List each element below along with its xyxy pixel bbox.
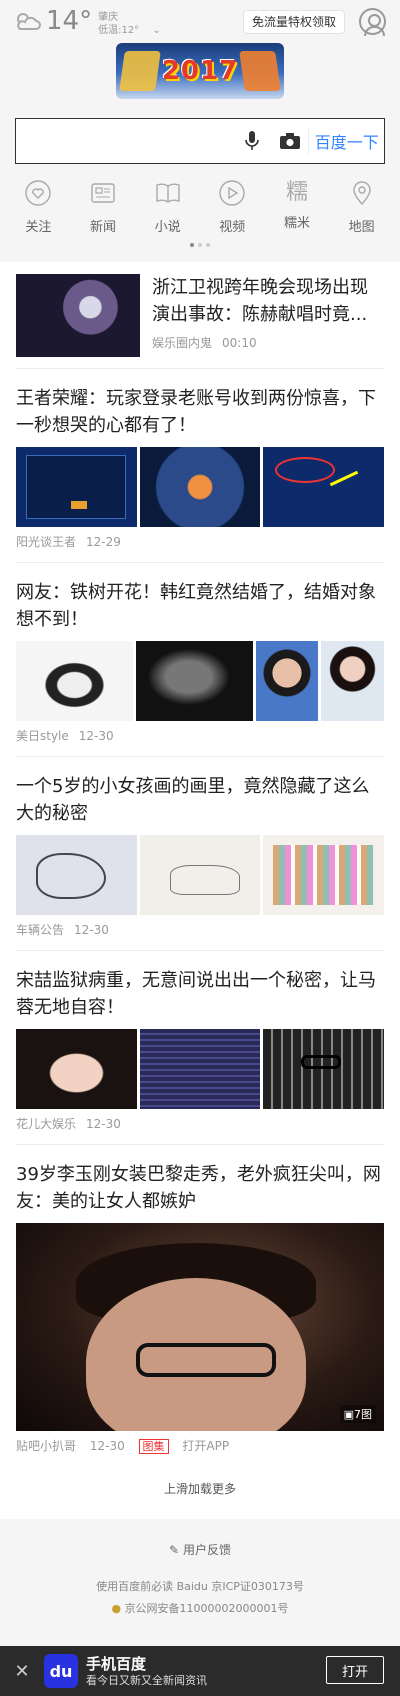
search-input[interactable] (16, 119, 233, 163)
microphone-icon[interactable] (233, 119, 271, 163)
news-image (255, 641, 385, 721)
news-image (263, 1029, 385, 1109)
nuomi-icon: 糯 (285, 180, 308, 205)
news-image (139, 1029, 261, 1109)
news-title: 王者荣耀：玩家登录老账号收到两份惊喜，下一秒想哭的心都有了！ (16, 388, 376, 436)
news-title: 宋喆监狱病重，无意间说出出一个秘密，让马蓉无地自容！ (16, 970, 376, 1018)
news-card[interactable]: 39岁李玉刚女装巴黎走秀，老外疯狂尖叫，网友：美的让女人都嫉妒 ▣7图 贴吧小扒… (16, 1145, 384, 1466)
quick-nav: 关注 新闻 小说 视频 糯 糯米 地图 (0, 180, 400, 235)
user-avatar-icon[interactable] (359, 8, 386, 36)
news-time: 12-29 (86, 535, 121, 549)
app-title: 手机百度 (86, 1654, 147, 1673)
gallery-count-badge: ▣7图 (339, 1405, 376, 1423)
nav-item-nuomi[interactable]: 糯 糯米 (267, 180, 327, 235)
news-title: 网友：铁树开花！韩红竟然结婚了，结婚对象想不到！ (16, 582, 376, 630)
camera-icon[interactable] (271, 119, 309, 163)
news-card[interactable]: 王者荣耀：玩家登录老账号收到两份惊喜，下一秒想哭的心都有了！ 阳光谈王者 12-2… (16, 369, 385, 563)
news-image (263, 447, 385, 527)
search-button[interactable]: 百度一下 (308, 127, 384, 155)
open-app-link[interactable]: 打开APP (182, 1439, 229, 1453)
play-icon (219, 180, 245, 206)
news-image: ▣7图 (16, 1223, 384, 1431)
news-time: 12-30 (86, 1117, 121, 1131)
news-image (16, 447, 137, 527)
nav-item-news[interactable]: 新闻 (73, 180, 133, 235)
news-source: 车辆公告 (16, 923, 65, 937)
news-thumbnail (16, 274, 140, 357)
book-icon (155, 183, 180, 203)
map-pin-icon (352, 181, 371, 206)
news-title: 39岁李玉刚女装巴黎走秀，老外疯狂尖叫，网友：美的让女人都嫉妒 (16, 1164, 381, 1212)
load-more[interactable]: 上滑加载更多 (0, 1466, 400, 1519)
header: 14° 肇庆 低温:12° ⌄ 免流量特权领取 2017 百度一下 关注 新闻 (0, 0, 400, 262)
news-card[interactable]: 浙江卫视跨年晚会现场出现演出事故：陈赫献唱时竟... 娱乐圈内鬼 00:10 (16, 262, 384, 369)
police-badge-icon: ● (111, 1602, 122, 1615)
image-icon: ▣ (343, 1408, 354, 1421)
news-image (139, 835, 261, 915)
baidu-doodle-logo[interactable]: 2017 (116, 43, 284, 99)
city-name: 肇庆 (98, 12, 119, 23)
heart-icon (25, 180, 52, 206)
news-image (16, 641, 133, 721)
free-data-promo-button[interactable]: 免流量特权领取 (242, 10, 345, 34)
carousel-dots (0, 243, 400, 247)
news-image (16, 1029, 137, 1109)
news-title: 浙江卫视跨年晚会现场出现演出事故：陈赫献唱时竟... (152, 277, 368, 325)
news-source: 花儿大娱乐 (16, 1117, 77, 1131)
news-source: 娱乐圈内鬼 (152, 336, 213, 350)
news-image (263, 835, 385, 915)
news-time: 00:10 (222, 336, 257, 350)
nav-item-follow[interactable]: 关注 (8, 180, 68, 235)
feedback-icon: ✎ (169, 1543, 180, 1557)
news-time: 12-30 (89, 1439, 125, 1453)
news-time: 12-30 (78, 729, 114, 743)
news-image (16, 835, 137, 915)
news-feed: 浙江卫视跨年晚会现场出现演出事故：陈赫献唱时竟... 娱乐圈内鬼 00:10 王者… (0, 262, 400, 1466)
weather-widget[interactable]: 14° 肇庆 低温:12° ⌄ (12, 6, 171, 36)
cloudy-weather-icon (17, 13, 41, 30)
nav-item-video[interactable]: 视频 (202, 180, 262, 235)
news-image (139, 447, 261, 527)
search-box: 百度一下 (15, 118, 385, 164)
news-icon (91, 183, 115, 203)
news-card[interactable]: 一个5岁的小女孩画的画里，竟然隐藏了这么大的秘密 车辆公告 12-30 (16, 757, 385, 951)
news-card[interactable]: 网友：铁树开花！韩红竟然结婚了，结婚对象想不到！ 美日style 12-30 (16, 563, 385, 757)
baidu-app-icon: du (44, 1654, 78, 1688)
low-temperature: 低温:12° ⌄ (98, 25, 161, 36)
news-source: 阳光谈王者 (16, 535, 77, 549)
footer: ✎ 用户反馈 使用百度前必读 Baidu 京ICP证030173号 ● 京公网安… (0, 1519, 400, 1646)
news-source: 贴吧小扒哥 (16, 1439, 77, 1453)
nav-item-novel[interactable]: 小说 (138, 180, 198, 235)
app-download-banner: ✕ du 手机百度 看今日又新又全新闻资讯 打开 (0, 1646, 400, 1696)
temperature: 14° (46, 6, 93, 36)
news-card[interactable]: 宋喆监狱病重，无意间说出出一个秘密，让马蓉无地自容！ 花儿大娱乐 12-30 (16, 951, 385, 1145)
footer-police-record[interactable]: ● 京公网安备11000002000001号 (0, 1598, 400, 1620)
gallery-tag: 图集 (138, 1439, 169, 1454)
app-subtitle: 看今日又新又全新闻资讯 (86, 1673, 207, 1687)
nav-item-map[interactable]: 地图 (332, 180, 392, 235)
news-title: 一个5岁的小女孩画的画里，竟然隐藏了这么大的秘密 (16, 776, 370, 824)
news-source: 美日style (16, 729, 69, 743)
open-app-button[interactable]: 打开 (326, 1656, 384, 1684)
feedback-link[interactable]: ✎ 用户反馈 (0, 1541, 400, 1558)
news-image (135, 641, 253, 721)
chevron-down-icon: ⌄ (152, 25, 161, 36)
close-icon[interactable]: ✕ (0, 1661, 44, 1682)
footer-terms[interactable]: 使用百度前必读 Baidu 京ICP证030173号 (0, 1576, 400, 1598)
news-time: 12-30 (74, 923, 109, 937)
